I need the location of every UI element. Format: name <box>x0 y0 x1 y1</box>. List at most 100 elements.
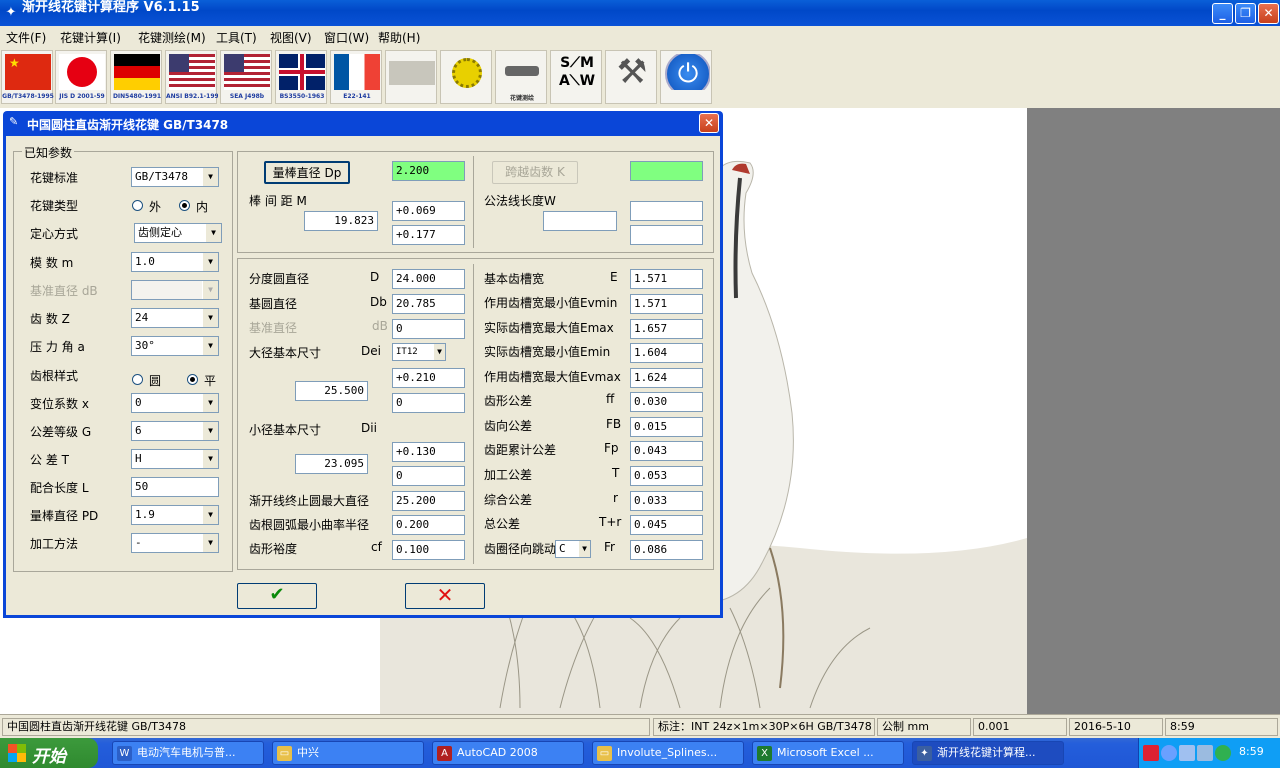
network-icon[interactable] <box>1179 745 1195 761</box>
result-symbol: dB <box>372 319 388 333</box>
tray-clock[interactable]: 8:59 <box>1239 745 1264 758</box>
chevron-down-icon: ▼ <box>202 337 218 355</box>
task-folder-zhongxing[interactable]: ▭ 中兴 <box>272 741 424 765</box>
power-icon: ⏻ <box>664 54 710 90</box>
module-combo[interactable]: 1.0 ▼ <box>131 252 219 272</box>
tb-ansi-button[interactable]: ANSI B92.1-1996 <box>165 50 218 104</box>
pin-diameter-combo[interactable]: 1.9 ▼ <box>131 505 219 525</box>
tb-bs-button[interactable]: BS3550-1963 <box>275 50 327 104</box>
type-external-radio[interactable] <box>132 200 143 211</box>
tb-sae-button[interactable]: SEA J498b <box>220 50 272 104</box>
task-label: AutoCAD 2008 <box>457 746 538 759</box>
root-round-radio[interactable] <box>132 374 143 385</box>
tb-din-button[interactable]: DIN5480-1991 <box>110 50 162 104</box>
teeth-combo[interactable]: 24 ▼ <box>131 308 219 328</box>
tb-gb-button[interactable]: ★ GB/T3478-1995 <box>1 50 54 104</box>
disabled-tool-icon <box>389 61 435 85</box>
tb-measure-button[interactable]: 花键测绘 <box>495 50 547 104</box>
restore-button[interactable]: ❐ <box>1235 3 1256 24</box>
task-folder-involute[interactable]: ▭ Involute_Splines... <box>592 741 744 765</box>
chevron-down-icon: ▼ <box>202 281 218 299</box>
tb-e22-button[interactable]: E22-141 <box>330 50 382 104</box>
input-method-icon[interactable] <box>1143 745 1159 761</box>
tb-exit-button[interactable]: ⏻ <box>660 50 712 104</box>
menu-spline-calc[interactable]: 花键计算(I) <box>60 29 121 46</box>
task-word[interactable]: W 电动汽车电机与普... <box>112 741 264 765</box>
m-tol-upper-field[interactable]: +0.069 <box>392 201 465 221</box>
status-left: 中国圆柱直齿渐开线花键 GB/T3478 <box>2 718 650 736</box>
type-internal-radio[interactable] <box>179 200 190 211</box>
tolerance-combo[interactable]: H ▼ <box>131 449 219 469</box>
cancel-button[interactable]: ✕ <box>405 583 485 609</box>
sam-logo-icon: S⟋M A⟍W <box>558 55 596 89</box>
divider <box>473 156 474 248</box>
k-value-field <box>630 161 703 181</box>
app-root: ✦ 渐开线花键计算程序 V6.1.15 _ ❐ ✕ 文件(F) 花键计算(I) … <box>0 0 1280 768</box>
close-button[interactable]: ✕ <box>1258 3 1279 24</box>
task-label: 电动汽车电机与普... <box>137 746 236 759</box>
tb-tools-button[interactable]: ⚒ <box>605 50 657 104</box>
minimize-button[interactable]: _ <box>1212 3 1233 24</box>
w-tol-lower-field[interactable] <box>630 225 703 245</box>
tray-expand-icon[interactable] <box>1161 745 1177 761</box>
radio-label: 圆 <box>149 374 162 388</box>
tb-caption: SEA J498b <box>229 93 265 100</box>
menu-view[interactable]: 视图(V) <box>270 29 312 46</box>
toolbar: ★ GB/T3478-1995 JIS D 2001-59 DIN5480-19… <box>0 46 1280 108</box>
result-label: 齿圈径向跳动 <box>484 542 556 556</box>
pin-diameter-button[interactable]: 量棒直径 Dp <box>264 161 350 184</box>
menu-help[interactable]: 帮助(H) <box>378 29 420 46</box>
task-spline-app[interactable]: ✦ 渐开线花键计算程... <box>912 741 1064 765</box>
runout-class-combo[interactable]: C ▼ <box>555 540 591 558</box>
w-value-field[interactable] <box>543 211 617 231</box>
task-excel[interactable]: X Microsoft Excel ... <box>752 741 904 765</box>
standard-combo[interactable]: GB/T3478 ▼ <box>131 167 219 187</box>
datum-diameter-field: 0 <box>392 319 465 339</box>
param-label: 配合长度 L <box>30 481 89 495</box>
tray-app-icon[interactable] <box>1197 745 1213 761</box>
excel-icon: X <box>757 746 772 761</box>
tb-sam-button[interactable]: S⟋M A⟍W <box>550 50 602 104</box>
shift-coef-combo[interactable]: 0 ▼ <box>131 393 219 413</box>
result-symbol: Dei <box>361 344 381 358</box>
tb-disabled-button[interactable] <box>385 50 437 104</box>
base-diameter-combo[interactable]: ▼ <box>131 280 219 300</box>
combo-value: 1.9 <box>135 508 155 521</box>
tb-caption: 花键测绘 <box>509 95 534 102</box>
spline-dialog: ✎ 中国圆柱直齿渐开线花键 GB/T3478 ✕ 已知参数 花键标准 GB/T3… <box>3 111 723 618</box>
menu-window[interactable]: 窗口(W) <box>324 29 369 46</box>
result-value: 0.043 <box>630 441 703 461</box>
tb-jis-button[interactable]: JIS D 2001-59 <box>55 50 107 104</box>
dialog-close-button[interactable]: ✕ <box>699 113 719 133</box>
m-value-field[interactable]: 19.823 <box>304 211 378 231</box>
m-tol-lower-field[interactable]: +0.177 <box>392 225 465 245</box>
fit-length-input[interactable]: 50 <box>131 477 219 497</box>
param-label: 公 差 T <box>30 453 69 467</box>
tb-gear-button[interactable] <box>440 50 492 104</box>
pressure-angle-combo[interactable]: 30° ▼ <box>131 336 219 356</box>
check-icon: ✔ <box>269 584 285 605</box>
combo-value: GB/T3478 <box>135 170 188 183</box>
root-flat-radio[interactable] <box>187 374 198 385</box>
w-tol-upper-field[interactable] <box>630 201 703 221</box>
centering-combo[interactable]: 齿侧定心 ▼ <box>134 223 222 243</box>
form-clearance-field: 0.100 <box>392 540 465 560</box>
start-label: 开始 <box>32 747 66 767</box>
task-autocad[interactable]: A AutoCAD 2008 <box>432 741 584 765</box>
security-shield-icon[interactable] <box>1215 745 1231 761</box>
menu-file[interactable]: 文件(F) <box>6 29 46 46</box>
mdi-empty-area <box>1027 108 1280 714</box>
tolerance-grade-combo[interactable]: 6 ▼ <box>131 421 219 441</box>
process-method-combo[interactable]: - ▼ <box>131 533 219 553</box>
dei-tol-upper-field: +0.210 <box>392 368 465 388</box>
involute-max-field: 25.200 <box>392 491 465 511</box>
span-teeth-button[interactable]: 跨越齿数 K <box>492 161 578 184</box>
result-value: 1.571 <box>630 269 703 289</box>
task-label: 渐开线花键计算程... <box>937 746 1036 759</box>
menu-spline-survey[interactable]: 花键测绘(M) <box>138 29 206 46</box>
start-button[interactable]: 开始 <box>0 738 98 768</box>
menu-tools[interactable]: 工具(T) <box>216 29 257 46</box>
dei-grade-combo[interactable]: IT12 ▼ <box>392 343 446 361</box>
radio-label: 平 <box>204 374 217 388</box>
ok-button[interactable]: ✔ <box>237 583 317 609</box>
